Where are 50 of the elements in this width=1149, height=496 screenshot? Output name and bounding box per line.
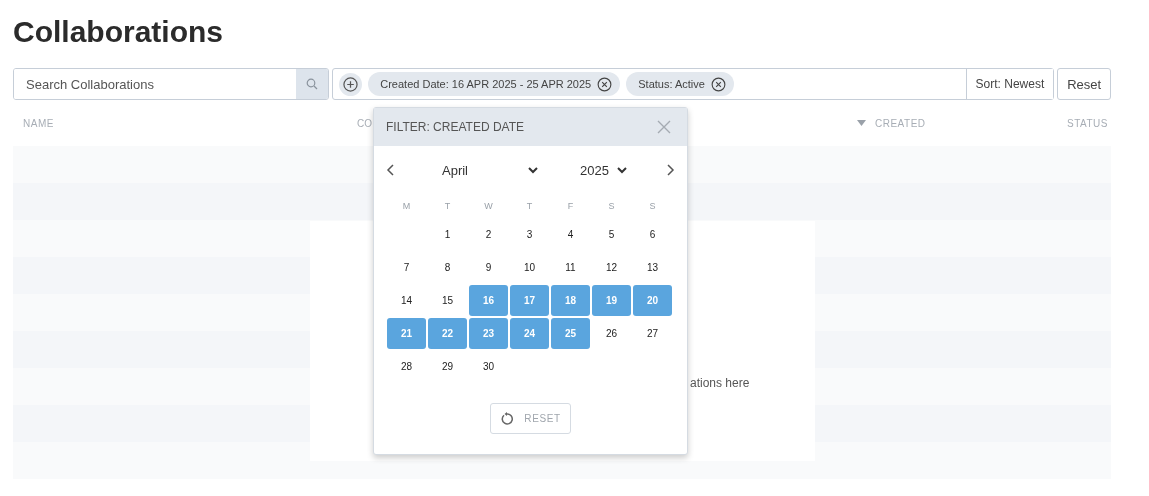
search-field[interactable]: Search Collaborations — [13, 68, 330, 100]
add-filter-button[interactable] — [339, 72, 363, 96]
calendar-day[interactable]: 11 — [550, 252, 591, 283]
weekday-label: T — [525, 200, 534, 213]
calendar-day[interactable]: 30 — [468, 351, 509, 382]
weekday-label: T — [443, 200, 452, 213]
calendar-day[interactable]: 4 — [550, 219, 591, 250]
calendar-day[interactable]: 15 — [427, 285, 468, 316]
caret-icon — [857, 120, 866, 126]
previous-month-icon[interactable] — [386, 164, 396, 176]
calendar-day[interactable]: 8 — [427, 252, 468, 283]
plus-circle-icon — [343, 76, 359, 92]
remove-icon — [710, 76, 726, 92]
chevron-down-icon — [528, 166, 538, 174]
calendar-day[interactable]: 5 — [591, 219, 632, 250]
refresh-icon — [500, 411, 515, 426]
calendar-day[interactable]: 7 — [386, 252, 427, 283]
filter-chip[interactable]: Created Date: 16 APR 2025 - 25 APR 2025 — [368, 72, 621, 96]
calendar-day[interactable]: 6 — [632, 219, 673, 250]
year-select[interactable]: 2025 — [580, 162, 627, 178]
weekday-label: S — [648, 200, 657, 213]
reset-button[interactable]: Reset — [1057, 68, 1111, 100]
weekday-label: W — [483, 200, 494, 213]
weekday-label: S — [607, 200, 616, 213]
calendar-day[interactable]: 27 — [632, 318, 673, 349]
calendar-day[interactable]: 3 — [509, 219, 550, 250]
calendar-day[interactable]: 28 — [386, 351, 427, 382]
calendar-day[interactable]: 1 — [427, 219, 468, 250]
popup-title: FILTER: CREATED DATE — [386, 120, 524, 134]
sort-button[interactable]: Sort: Newest — [965, 69, 1054, 99]
chevron-down-icon — [616, 166, 627, 174]
calendar-day[interactable]: 29 — [427, 351, 468, 382]
weekday-label: F — [566, 200, 575, 213]
calendar-day[interactable]: 10 — [509, 252, 550, 283]
calendar-day[interactable]: 13 — [632, 252, 673, 283]
calendar-day[interactable]: 9 — [468, 252, 509, 283]
page-title: Collaborations — [13, 14, 223, 50]
calendar-day[interactable]: 12 — [591, 252, 632, 283]
calendar-day[interactable]: 2 — [468, 219, 509, 250]
calendar-day[interactable]: 14 — [386, 285, 427, 316]
chip-label: Status: Active — [638, 78, 705, 90]
chip-label: Created Date: 16 APR 2025 - 25 APR 2025 — [380, 78, 592, 90]
next-month-icon[interactable] — [665, 164, 675, 176]
search-icon — [306, 78, 319, 90]
remove-icon — [597, 76, 613, 92]
calendar-day[interactable]: 26 — [591, 318, 632, 349]
empty-message: ations here — [690, 376, 750, 390]
weekday-label: M — [401, 200, 412, 213]
month-select[interactable]: April — [442, 162, 538, 178]
filter-chip[interactable]: Status: Active — [626, 72, 734, 96]
